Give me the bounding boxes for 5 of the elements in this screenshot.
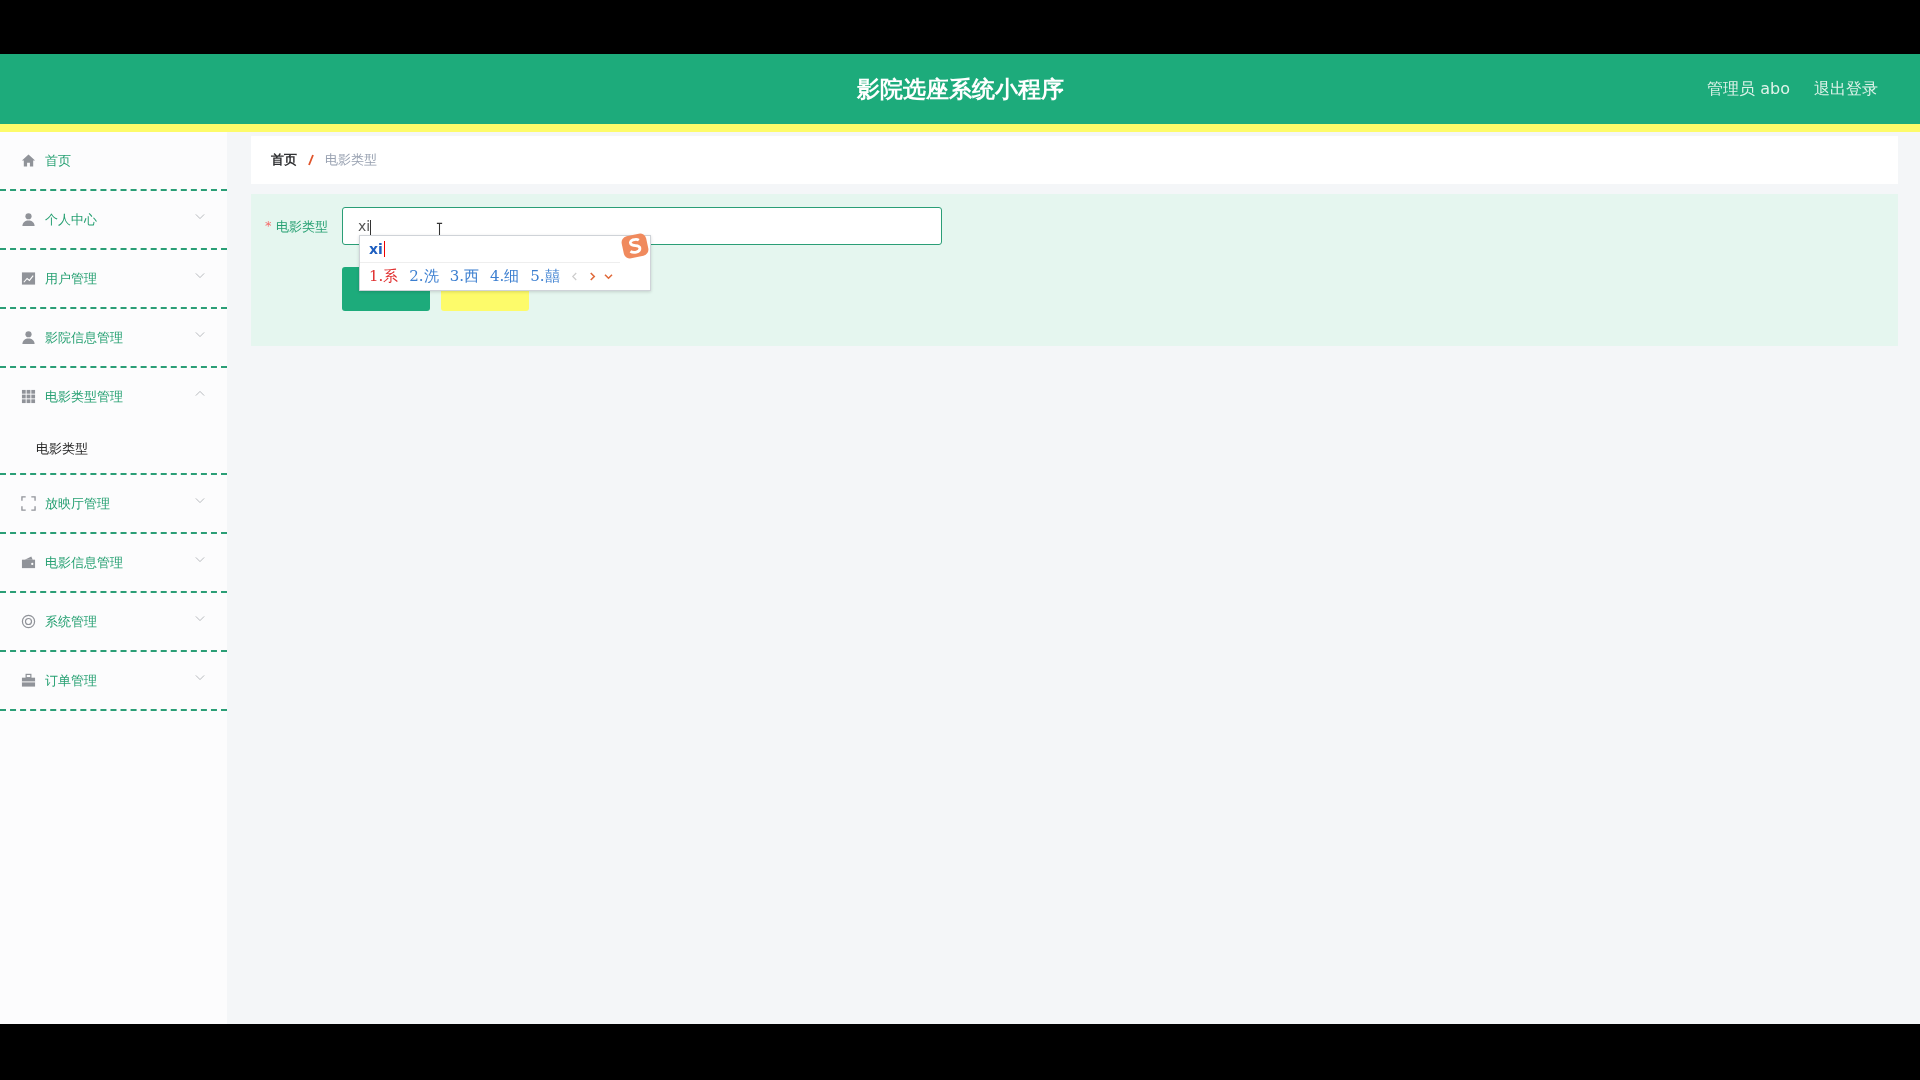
ime-composition: xi xyxy=(369,241,385,257)
field-label: 电影类型 xyxy=(275,218,328,236)
required-mark: * xyxy=(265,218,272,235)
app-title: 影院选座系统小程序 xyxy=(856,74,1064,104)
admin-name: 管理员 abo xyxy=(1707,78,1790,100)
